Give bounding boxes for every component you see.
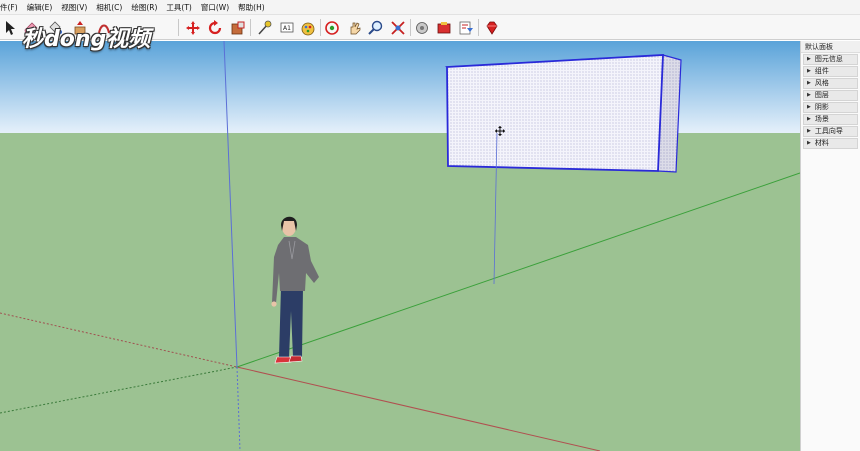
tray-item-layers[interactable]: ▶ 图层 bbox=[803, 90, 858, 101]
menu-window[interactable]: 窗口(W) bbox=[197, 0, 234, 15]
tray-item-instructor[interactable]: ▶ 工具向导 bbox=[803, 126, 858, 137]
warehouse-icon[interactable] bbox=[456, 18, 475, 37]
rotate-icon[interactable] bbox=[205, 18, 224, 37]
orbit-icon[interactable] bbox=[322, 18, 341, 37]
tray-item-label: 组件 bbox=[814, 67, 829, 75]
tray-item-label: 风格 bbox=[814, 79, 829, 87]
menu-view[interactable]: 视图(V) bbox=[57, 0, 92, 15]
logo-text: 秒dong视频 bbox=[22, 27, 151, 52]
tape-measure-icon[interactable] bbox=[254, 18, 273, 37]
ground-plane bbox=[0, 133, 800, 451]
triangle-right-icon: ▶ bbox=[807, 68, 811, 74]
menu-bar: 件(F) 编辑(E) 视图(V) 相机(C) 绘图(R) 工具(T) 窗口(W)… bbox=[0, 0, 860, 15]
select-arrow-icon[interactable] bbox=[0, 18, 19, 37]
tray-item-label: 材料 bbox=[814, 139, 829, 147]
selected-box[interactable] bbox=[444, 54, 682, 173]
tray-item-label: 工具向导 bbox=[814, 127, 843, 135]
tray-item-label: 阴影 bbox=[814, 103, 829, 111]
tray-item-shadows[interactable]: ▶ 阴影 bbox=[803, 102, 858, 113]
triangle-right-icon: ▶ bbox=[807, 56, 811, 62]
tray-item-styles[interactable]: ▶ 风格 bbox=[803, 78, 858, 89]
triangle-right-icon: ▶ bbox=[807, 92, 811, 98]
triangle-right-icon: ▶ bbox=[807, 116, 811, 122]
default-tray-panel: 默认面板 ▶ 图元信息 ▶ 组件 ▶ 风格 ▶ 图层 ▶ 阴影 ▶ 场景 ▶ 工具向导 ▶ 材料 bbox=[800, 41, 860, 451]
tray-item-label: 图层 bbox=[814, 91, 829, 99]
tray-item-label: 场景 bbox=[814, 115, 829, 123]
svg-text:A1: A1 bbox=[283, 25, 291, 32]
zoom-icon[interactable] bbox=[366, 18, 385, 37]
watermark-logo: 秒dong视频 bbox=[22, 20, 150, 54]
menu-camera[interactable]: 相机(C) bbox=[92, 0, 127, 15]
triangle-right-icon: ▶ bbox=[807, 80, 811, 86]
zoom-extents-icon[interactable] bbox=[388, 18, 407, 37]
triangle-right-icon: ▶ bbox=[807, 140, 811, 146]
text-icon[interactable]: A1 bbox=[277, 18, 296, 37]
menu-tools[interactable]: 工具(T) bbox=[162, 0, 196, 15]
paint-icon[interactable] bbox=[298, 18, 317, 37]
menu-file[interactable]: 件(F) bbox=[0, 0, 23, 15]
triangle-right-icon: ▶ bbox=[807, 128, 811, 134]
tray-item-materials[interactable]: ▶ 材料 bbox=[803, 138, 858, 149]
tray-item-label: 图元信息 bbox=[814, 55, 843, 63]
tray-title: 默认面板 bbox=[801, 41, 860, 53]
pan-icon[interactable] bbox=[345, 18, 364, 37]
next-view-icon[interactable] bbox=[434, 18, 453, 37]
move-icon[interactable] bbox=[183, 18, 202, 37]
menu-draw[interactable]: 绘图(R) bbox=[127, 0, 162, 15]
tray-item-scenes[interactable]: ▶ 场景 bbox=[803, 114, 858, 125]
3d-viewport[interactable] bbox=[0, 41, 800, 451]
tray-item-entity-info[interactable]: ▶ 图元信息 bbox=[803, 54, 858, 65]
menu-edit[interactable]: 编辑(E) bbox=[23, 0, 58, 15]
triangle-right-icon: ▶ bbox=[807, 104, 811, 110]
scale-icon[interactable] bbox=[228, 18, 247, 37]
menu-help[interactable]: 帮助(H) bbox=[234, 0, 270, 15]
ruby-icon[interactable] bbox=[482, 18, 501, 37]
tray-item-components[interactable]: ▶ 组件 bbox=[803, 66, 858, 77]
previous-view-icon[interactable] bbox=[412, 18, 431, 37]
